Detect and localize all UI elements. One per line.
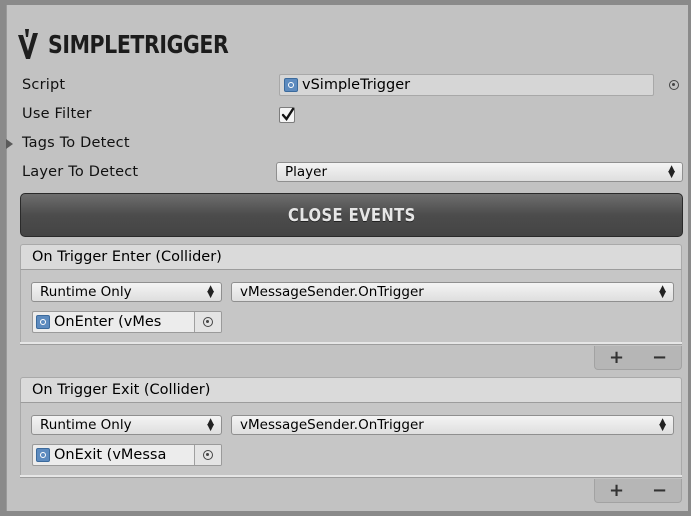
target-object-field[interactable]: OnEnter (vMes [32, 311, 222, 333]
event-footer [20, 342, 682, 345]
script-label: Script [22, 77, 66, 93]
event-title: On Trigger Exit (Collider) [32, 382, 211, 398]
event-footer [20, 475, 682, 478]
use-filter-checkbox[interactable] [279, 107, 295, 123]
script-value: vSimpleTrigger [302, 77, 411, 93]
list-controls: + − [594, 346, 682, 370]
object-asset-icon [36, 448, 50, 462]
target-object-field[interactable]: OnExit (vMessa [32, 444, 222, 466]
list-controls: + − [594, 479, 682, 503]
close-events-button[interactable]: Close Events [20, 193, 683, 237]
runtime-mode-value: Runtime Only [40, 284, 132, 300]
function-dropdown[interactable]: vMessageSender.OnTrigger ▲ ▼ [231, 282, 674, 302]
event-title: On Trigger Enter (Collider) [32, 249, 222, 265]
layer-value: Player [285, 164, 328, 180]
layer-row: Layer To Detect [22, 160, 138, 184]
target-object-value: OnExit (vMessa [54, 447, 167, 463]
tags-label: Tags To Detect [22, 135, 130, 151]
dropdown-arrows-icon: ▲ ▼ [207, 284, 214, 300]
target-object-value: OnEnter (vMes [54, 314, 162, 330]
dropdown-arrows-icon: ▲ ▼ [668, 164, 675, 180]
component-title: SimpleTrigger [48, 29, 229, 59]
object-picker-icon[interactable] [203, 317, 213, 327]
dropdown-arrows-icon: ▲ ▼ [659, 284, 666, 300]
layer-label: Layer To Detect [22, 164, 139, 180]
object-picker-icon[interactable] [669, 80, 679, 90]
component-header: SimpleTrigger [16, 26, 268, 62]
remove-button[interactable]: − [652, 480, 667, 501]
runtime-mode-value: Runtime Only [40, 417, 132, 433]
use-filter-label: Use Filter [22, 106, 92, 122]
function-value: vMessageSender.OnTrigger [240, 284, 424, 300]
runtime-mode-dropdown[interactable]: Runtime Only ▲ ▼ [31, 415, 222, 435]
dropdown-arrows-icon: ▲ ▼ [207, 417, 214, 433]
event-header: On Trigger Enter (Collider) [20, 244, 682, 270]
dropdown-arrows-icon: ▲ ▼ [659, 417, 666, 433]
close-events-label: Close Events [287, 204, 416, 226]
remove-button[interactable]: − [652, 347, 667, 368]
tags-row[interactable]: Tags To Detect [22, 131, 130, 155]
add-button[interactable]: + [609, 480, 624, 501]
runtime-mode-dropdown[interactable]: Runtime Only ▲ ▼ [31, 282, 222, 302]
object-picker-icon[interactable] [203, 450, 213, 460]
script-field[interactable]: vSimpleTrigger [279, 74, 654, 96]
object-asset-icon [36, 315, 50, 329]
script-row: Script [22, 73, 65, 97]
checkmark-icon [281, 107, 295, 121]
foldout-arrow-icon[interactable] [6, 139, 13, 149]
use-filter-row: Use Filter [22, 102, 92, 126]
function-value: vMessageSender.OnTrigger [240, 417, 424, 433]
function-dropdown[interactable]: vMessageSender.OnTrigger ▲ ▼ [231, 415, 674, 435]
add-button[interactable]: + [609, 347, 624, 368]
event-header: On Trigger Exit (Collider) [20, 377, 682, 403]
script-asset-icon [284, 78, 298, 92]
layer-dropdown[interactable]: Player ▲ ▼ [276, 162, 683, 182]
invector-logo-icon [18, 29, 38, 59]
